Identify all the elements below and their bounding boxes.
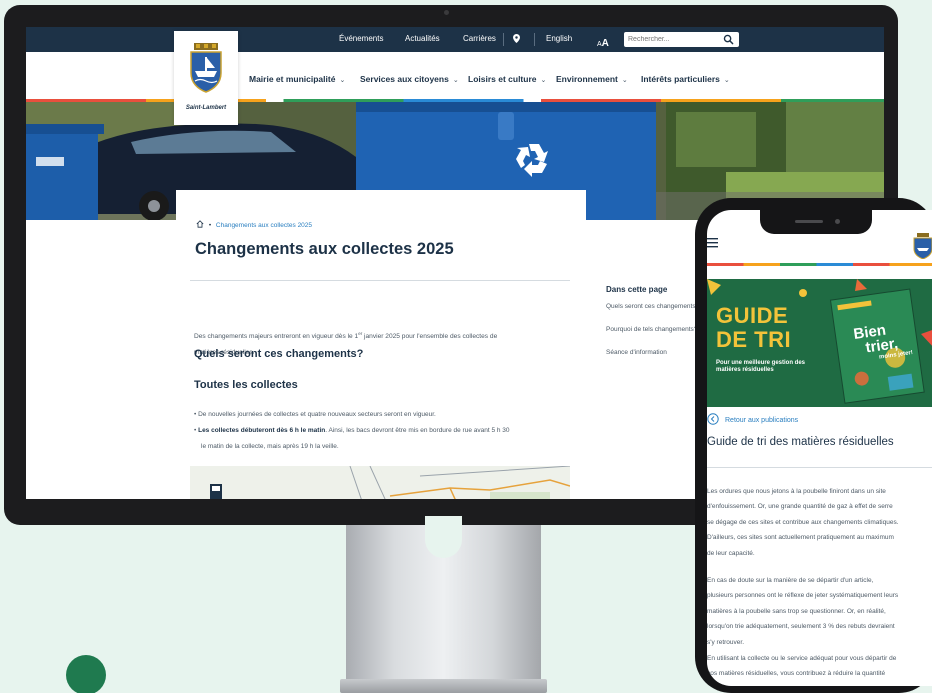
map-pin-icon[interactable] [513, 34, 520, 43]
sector-map-image[interactable] [190, 466, 570, 499]
coat-of-arms-icon [190, 43, 222, 93]
nav-item-label: Intérêts particuliers [641, 74, 720, 84]
title-divider [190, 280, 570, 281]
back-to-publications-link[interactable]: Retour aux publications [707, 413, 798, 425]
topbar-link-evenements[interactable]: Événements [339, 34, 383, 43]
list-item: • De nouvelles journées de collectes et … [194, 411, 436, 418]
breadcrumb-separator: • [208, 222, 212, 229]
paragraph-line: se dégage de ces sites et contribue aux … [707, 518, 899, 526]
publication-paragraph-2: En cas de doute sur la manière de se dép… [707, 573, 932, 650]
nav-item-label: Loisirs et culture [468, 74, 537, 84]
monitor-stand-cutout [425, 516, 462, 558]
paragraph-line: vos matières résiduelles, vous contribue… [707, 670, 886, 678]
nav-item-mairie[interactable]: Mairie et municipalité ⌄ [249, 74, 345, 84]
back-link-label: Retour aux publications [725, 417, 799, 424]
topbar-link-carrieres[interactable]: Carrières [463, 34, 496, 43]
article-content: • Changements aux collectes 2025 Changem… [176, 190, 586, 499]
paragraph-line: matières à la poubelle sans trop se ques… [707, 607, 886, 615]
bullet-bold-text: Les collectes débuteront dès 6 h le mati… [198, 427, 326, 434]
title-divider [707, 467, 932, 468]
sidebar-link-session[interactable]: Séance d'information [606, 349, 698, 356]
breadcrumb-current[interactable]: Changements aux collectes 2025 [216, 222, 312, 229]
mobile-phone: GUIDE DE TRI Pour une meilleure gestion … [695, 198, 932, 693]
nav-item-environnement[interactable]: Environnement ⌄ [556, 74, 628, 84]
arrow-left-circle-icon [707, 413, 719, 425]
paragraph-line: s'y retrouver. [707, 638, 745, 646]
chevron-down-icon: ⌄ [339, 77, 346, 84]
hamburger-menu-icon[interactable] [707, 237, 718, 248]
page-title: Changements aux collectes 2025 [195, 240, 454, 258]
topbar-separator [534, 33, 535, 46]
monitor-stand-base [340, 679, 547, 693]
home-icon[interactable] [196, 220, 204, 228]
paragraph-line: D'ailleurs, ces sites sont actuellement … [707, 534, 894, 542]
paragraph-line: d'enfouissement. Or, une grande quantité… [707, 503, 893, 511]
paragraph-line: de leur capacité. [707, 549, 755, 557]
nav-item-interets[interactable]: Intérêts particuliers ⌄ [641, 74, 730, 84]
chevron-down-icon: ⌄ [452, 77, 459, 84]
paragraph-line: En cas de doute sur la manière de se dép… [707, 577, 874, 584]
publication-title: Guide de tri des matières résiduelles [707, 436, 894, 448]
nav-item-label: Environnement [556, 74, 618, 84]
phone-speaker [795, 220, 823, 223]
paragraph-line: plusieurs personnes ont le réflexe de je… [707, 592, 899, 600]
publication-paragraph-3: En utilisant la collecte ou le service a… [707, 651, 932, 682]
sidebar-link-why[interactable]: Pourquoi de tels changements? [606, 326, 698, 333]
nav-item-services[interactable]: Services aux citoyens ⌄ [360, 74, 459, 84]
list-item-continuation: le matin de la collecte, mais après 19 h… [201, 443, 339, 450]
banner-title-line1: GUIDE [716, 303, 789, 328]
banner-title-line2: DE TRI [716, 327, 792, 352]
bullet-text: De nouvelles journées de collectes et qu… [198, 411, 436, 418]
monitor-camera [444, 10, 449, 15]
topbar-separator [503, 33, 504, 46]
phone-notch [760, 210, 872, 234]
sidebar-link-changes[interactable]: Quels seront ces changements? [606, 303, 698, 310]
breadcrumb: • Changements aux collectes 2025 [196, 220, 312, 229]
coat-of-arms-icon[interactable] [913, 233, 932, 259]
nav-item-loisirs[interactable]: Loisirs et culture ⌄ [468, 74, 546, 84]
language-toggle[interactable]: English [546, 34, 572, 43]
book-cover-title: Bien trier, moins jeter! [852, 319, 914, 364]
map-illustration [190, 466, 570, 499]
text-size-large: A [601, 38, 609, 49]
phone-camera [835, 219, 840, 224]
banner-subtitle: Pour une meilleure gestion des matières … [716, 360, 806, 373]
nav-item-label: Services aux citoyens [360, 74, 449, 84]
search-icon[interactable] [723, 34, 734, 45]
color-accent-stripe [707, 263, 932, 266]
search-box [624, 32, 739, 47]
topbar-link-actualites[interactable]: Actualités [405, 34, 440, 43]
search-input[interactable] [628, 34, 720, 45]
utility-bar: Événements Actualités Carrières English … [26, 27, 884, 52]
paragraph-line: Les ordures que nous jetons à la poubell… [707, 488, 886, 495]
logo-wordmark: Saint-Lambert [185, 105, 227, 111]
sidebar-title: Dans cette page [606, 285, 668, 294]
section-heading-all-collections: Toutes les collectes [194, 379, 298, 391]
paragraph-line: lorsqu'on trie adéquatement, seulement 3… [707, 623, 895, 631]
nav-item-label: Mairie et municipalité [249, 74, 336, 84]
intro-text: janvier 2025 pour l'ensemble des collect… [362, 333, 498, 341]
chevron-down-icon: ⌄ [540, 77, 547, 84]
chevron-down-icon: ⌄ [723, 77, 730, 84]
list-item: • Les collectes débuteront dès 6 h le ma… [194, 427, 510, 434]
bullet-text: . Ainsi, les bacs devront être mis en bo… [325, 427, 510, 434]
in-page-navigation: Dans cette page Quels seront ces changem… [606, 285, 701, 356]
intro-text: Des changements majeurs entreront en vig… [194, 333, 359, 341]
guide-banner-image[interactable]: GUIDE DE TRI Pour une meilleure gestion … [707, 279, 932, 407]
paragraph-line: En utilisant la collecte ou le service a… [707, 655, 897, 662]
decorative-circle [66, 655, 106, 693]
publication-paragraph-1: Les ordures que nous jetons à la poubell… [707, 484, 932, 561]
chevron-down-icon: ⌄ [621, 77, 628, 84]
city-logo[interactable]: Saint-Lambert [174, 31, 238, 125]
text-size-toggle[interactable]: AA [597, 33, 609, 51]
mobile-screen: GUIDE DE TRI Pour une meilleure gestion … [707, 210, 932, 686]
section-heading-changes: Quels seront ces changements? [194, 348, 364, 360]
